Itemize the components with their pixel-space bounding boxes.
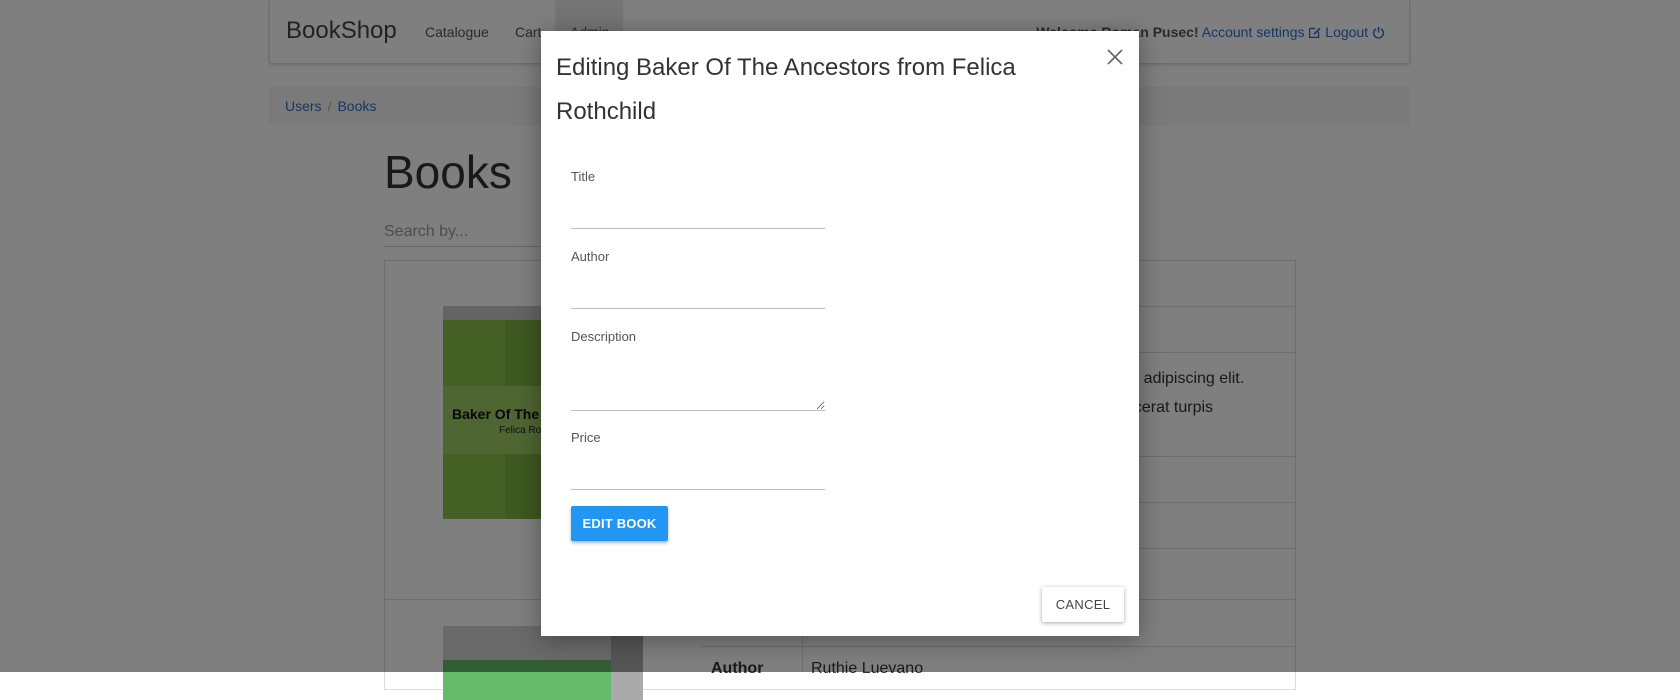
title-input[interactable] xyxy=(571,203,825,229)
author-input[interactable] xyxy=(571,283,825,309)
price-label: Price xyxy=(571,430,601,445)
cancel-button[interactable]: CANCEL xyxy=(1042,587,1124,622)
modal-title: Editing Baker Of The Ancestors from Feli… xyxy=(556,54,1016,125)
description-textarea[interactable] xyxy=(571,361,825,411)
edit-book-button[interactable]: EDIT BOOK xyxy=(571,506,668,541)
description-label: Description xyxy=(571,329,637,344)
close-icon xyxy=(1107,49,1123,65)
price-input[interactable] xyxy=(571,464,825,490)
title-label: Title xyxy=(571,169,596,184)
close-button[interactable] xyxy=(1103,45,1127,69)
edit-book-modal: Editing Baker Of The Ancestors from Feli… xyxy=(541,31,1139,636)
author-label: Author xyxy=(571,249,610,264)
